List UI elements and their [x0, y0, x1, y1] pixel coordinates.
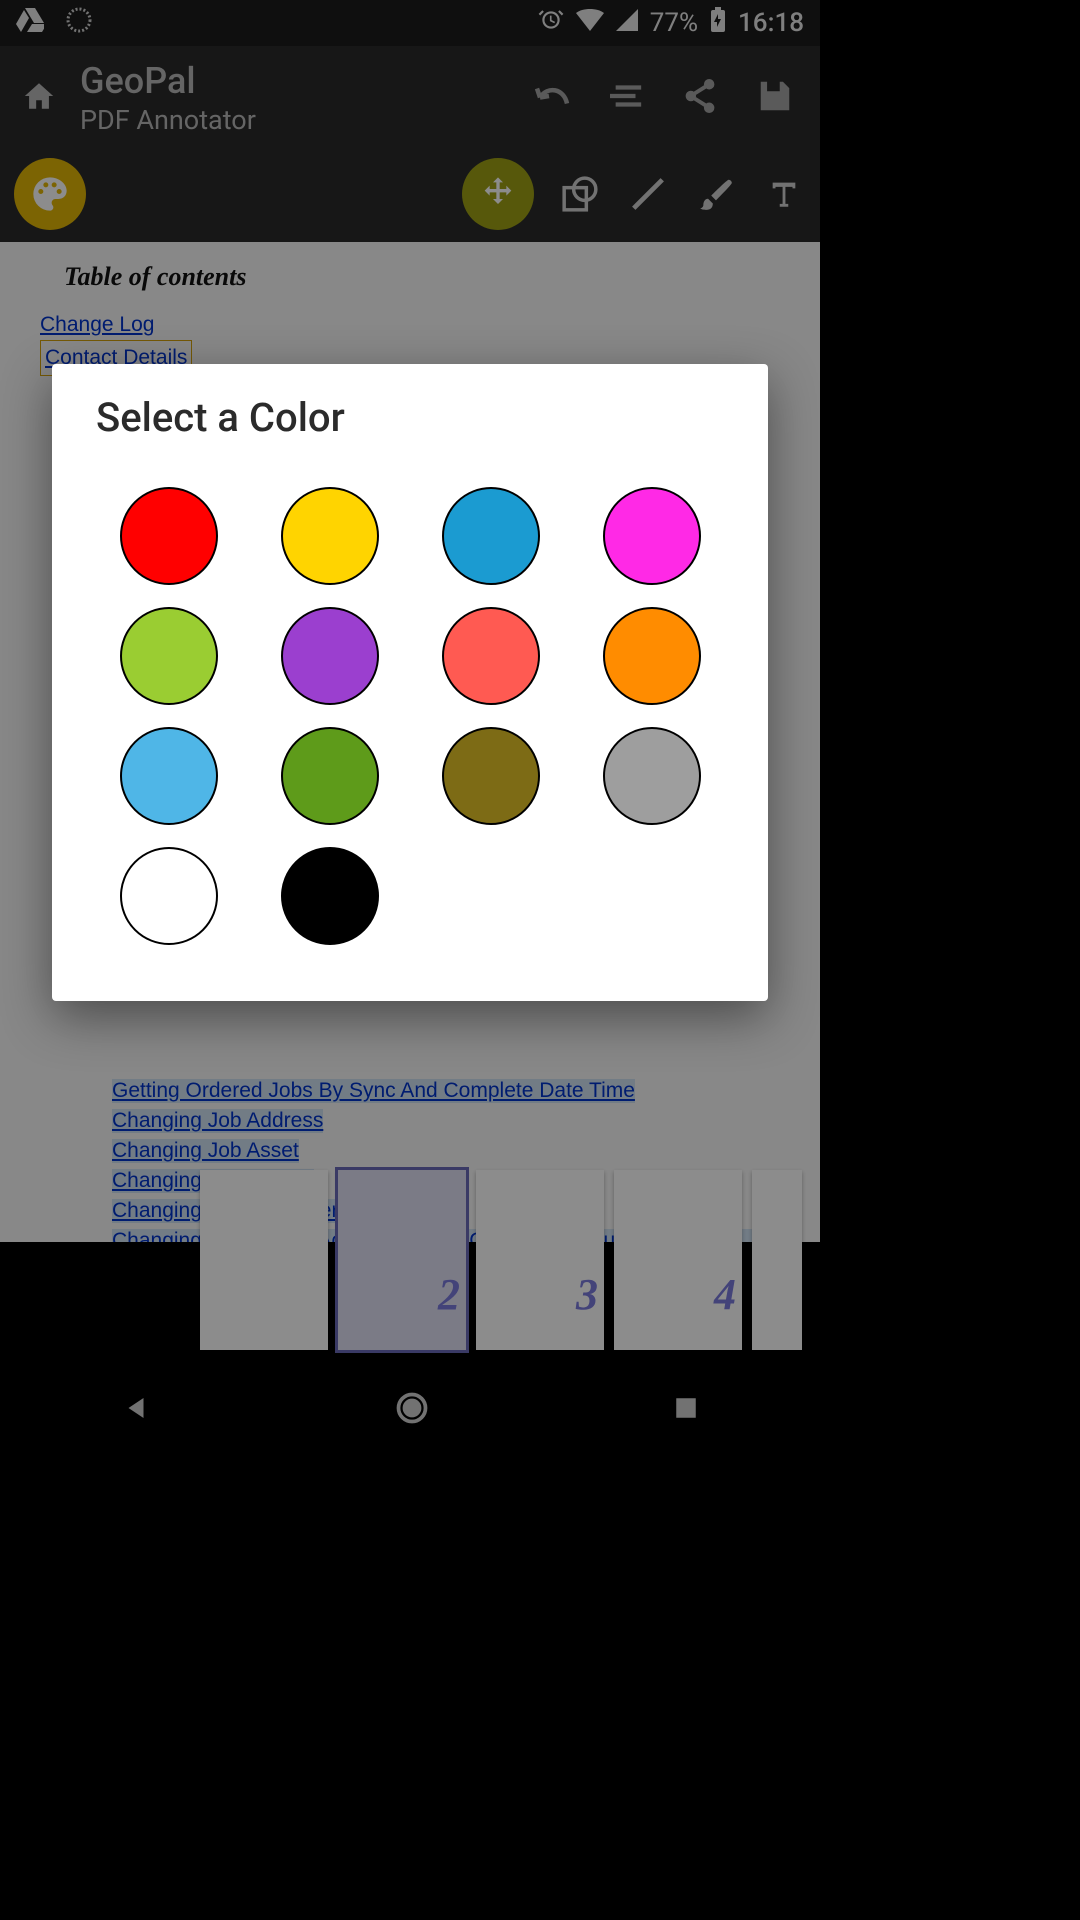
color-swatch-0[interactable] — [120, 487, 218, 585]
color-swatch-10[interactable] — [442, 727, 540, 825]
color-swatch-3[interactable] — [603, 487, 701, 585]
color-swatch-13[interactable] — [281, 847, 379, 945]
color-swatch-1[interactable] — [281, 487, 379, 585]
color-picker-dialog: Select a Color — [52, 364, 768, 1001]
color-swatch-4[interactable] — [120, 607, 218, 705]
color-swatch-8[interactable] — [120, 727, 218, 825]
color-swatch-12[interactable] — [120, 847, 218, 945]
color-swatch-5[interactable] — [281, 607, 379, 705]
color-swatch-6[interactable] — [442, 607, 540, 705]
color-swatch-11[interactable] — [603, 727, 701, 825]
color-swatch-2[interactable] — [442, 487, 540, 585]
color-swatch-7[interactable] — [603, 607, 701, 705]
color-swatch-9[interactable] — [281, 727, 379, 825]
dialog-title: Select a Color — [96, 394, 724, 441]
